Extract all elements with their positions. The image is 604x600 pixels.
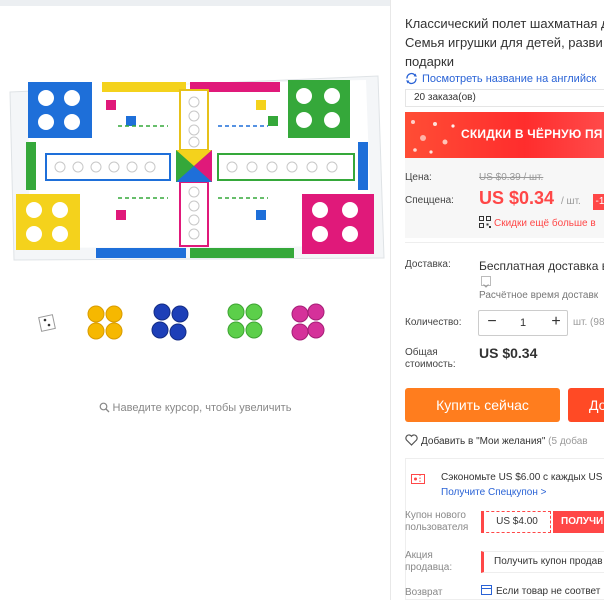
qr-code-icon — [479, 216, 491, 228]
new-user-coupon-label: Купон нового пользователя — [405, 510, 468, 534]
shipping-label: Доставка: — [405, 259, 451, 270]
return-policy-text: Если товар не соответ — [496, 586, 601, 597]
price-label: Цена: — [405, 172, 432, 183]
product-image-board[interactable] — [6, 70, 390, 270]
quantity-decrease-button[interactable]: − — [479, 311, 505, 335]
return-label: Возврат — [405, 587, 443, 598]
seller-promo-label: Акция продавца: — [405, 550, 452, 574]
sale-price-label: Спеццена: — [405, 195, 454, 206]
sale-price: US $0.34 — [479, 188, 555, 208]
return-policy[interactable]: Если товар не соответ — [481, 585, 600, 597]
quantity-label: Количество: — [405, 317, 462, 328]
quantity-input[interactable]: 1 — [505, 311, 541, 335]
product-info-panel: Классический полет шахматная д Семья игр… — [405, 0, 604, 600]
get-seller-coupon-button[interactable]: Получить купон продав — [481, 551, 604, 573]
product-title-line-1: Классический полет шахматная д — [405, 16, 604, 31]
translate-icon — [405, 72, 418, 85]
image-gallery: Наведите курсор, чтобы увеличить — [0, 0, 390, 600]
seller-promo-label-line-1: Акция — [405, 550, 433, 561]
coupon-ticket-icon — [411, 472, 425, 484]
promo-banner[interactable]: СКИДКИ В ЧЁРНУЮ ПЯ — [405, 112, 604, 158]
orders-count: 20 заказа(ов) — [405, 89, 604, 107]
new-user-coupon-amount: US $4.00 — [481, 511, 551, 533]
get-new-user-coupon-button[interactable]: ПОЛУЧИ — [553, 511, 604, 533]
chevron-down-icon[interactable] — [481, 276, 491, 288]
price-unit: / шт. — [561, 196, 581, 207]
app-discount-text: Скидки ещё больше в — [494, 218, 596, 229]
add-to-cart-button[interactable]: До — [568, 388, 604, 422]
divider — [405, 242, 604, 243]
new-user-coupon-label-line-1: Купон нового — [405, 510, 466, 521]
save-coupon-text: Сэкономьте US $6.00 с каждых US — [441, 472, 603, 483]
translate-link-text: Посмотреть название на английск — [422, 73, 597, 85]
new-user-coupon-label-line-2: пользователя — [405, 522, 469, 533]
product-image-pieces[interactable] — [36, 300, 346, 346]
product-title: Классический полет шахматная д Семья игр… — [405, 14, 604, 71]
old-price: US $0.39 / шт. — [479, 172, 544, 183]
buy-now-button[interactable]: Купить сейчас — [405, 388, 560, 422]
zoom-hint: Наведите курсор, чтобы увеличить — [0, 402, 390, 414]
total-price: US $0.34 — [479, 345, 538, 361]
confetti-icon — [411, 120, 455, 154]
delivery-time: Расчётное время доставк — [479, 290, 599, 301]
column-divider — [390, 0, 391, 600]
translate-title-link[interactable]: Посмотреть название на английск — [405, 72, 596, 85]
shipping-option[interactable]: Бесплатная доставка в F — [479, 259, 604, 273]
zoom-hint-text: Наведите курсор, чтобы увеличить — [112, 402, 292, 414]
wishlist-count: (5 добав — [548, 436, 588, 447]
seller-promo-label-line-2: продавца: — [405, 562, 453, 573]
total-label: Общая стоимость: — [405, 347, 456, 371]
promo-banner-text: СКИДКИ В ЧЁРНУЮ ПЯ — [461, 127, 603, 141]
quantity-increase-button[interactable]: + — [543, 311, 569, 335]
product-title-line-2: Семья игрушки для детей, разви — [405, 35, 603, 50]
add-to-wishlist[interactable]: Добавить в "Мои желания" (5 добав — [405, 434, 588, 447]
stock-available: шт. (98 — [573, 317, 604, 328]
product-title-line-3: подарки — [405, 54, 454, 69]
heart-icon — [405, 434, 418, 446]
quantity-stepper: − 1 + — [478, 310, 568, 336]
total-label-line-2: стоимость: — [405, 359, 456, 370]
wishlist-text: Добавить в "Мои желания" — [421, 436, 546, 447]
discount-badge: -1 — [593, 194, 604, 210]
return-icon — [481, 585, 492, 595]
total-label-line-1: Общая — [405, 347, 438, 358]
get-special-coupon-link[interactable]: Получите Спецкупон > — [441, 487, 547, 498]
magnifier-icon — [99, 402, 110, 413]
app-discount-link[interactable]: Скидки ещё больше в — [479, 216, 596, 229]
